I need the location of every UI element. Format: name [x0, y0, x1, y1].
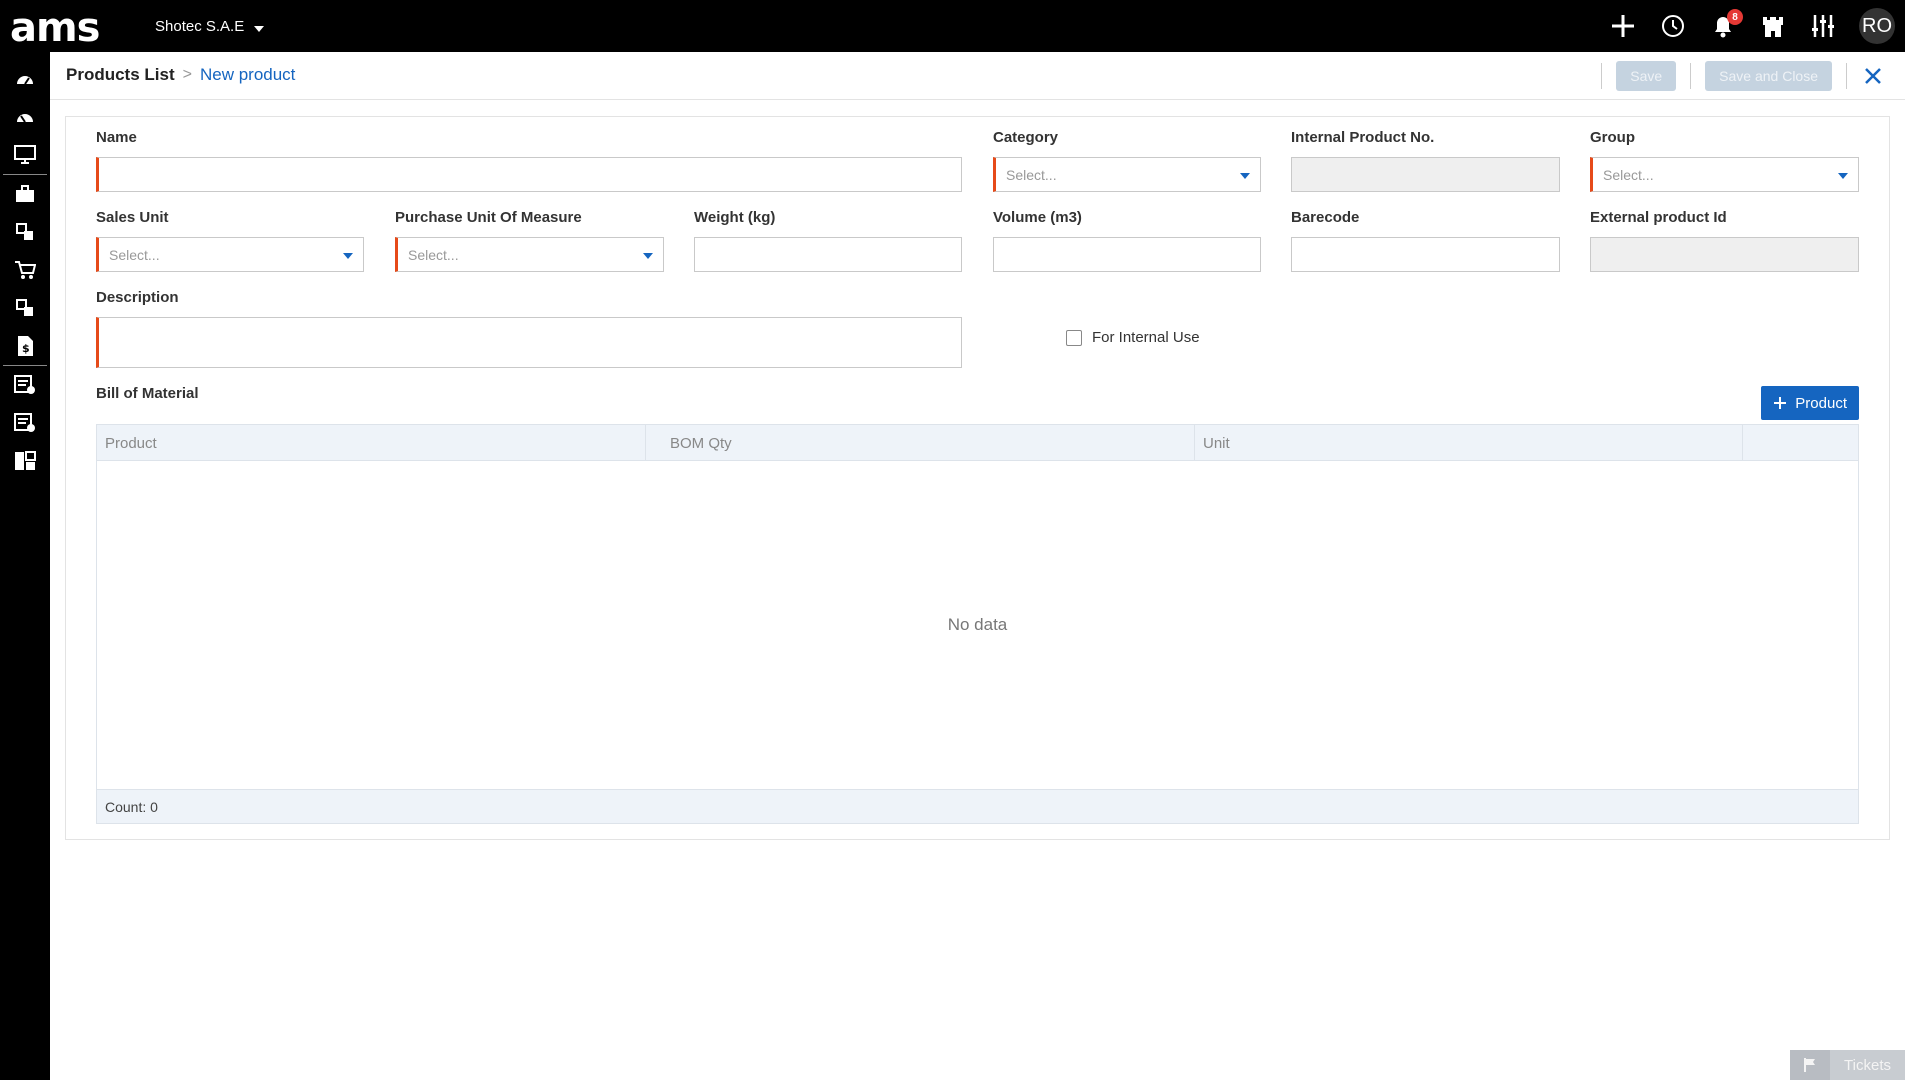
for-internal-use-option[interactable]: For Internal Use — [1066, 329, 1200, 346]
caret-down-icon — [1240, 173, 1250, 179]
column-unit[interactable]: Unit — [1195, 425, 1743, 461]
group-select[interactable]: Select... — [1590, 157, 1859, 192]
cart-icon[interactable] — [0, 251, 50, 289]
sales-unit-select[interactable]: Select... — [96, 237, 364, 272]
grid-layout-icon[interactable] — [0, 442, 50, 480]
purchase-unit-placeholder: Select... — [408, 246, 459, 263]
weight-label: Weight (kg) — [694, 209, 776, 226]
internal-product-no-label: Internal Product No. — [1291, 129, 1435, 146]
modules-icon[interactable] — [0, 213, 50, 251]
caret-down-icon — [343, 253, 353, 259]
page-header: Products List > New product Save Save an… — [50, 52, 1905, 100]
internal-product-no-input — [1291, 157, 1560, 192]
monitor-icon[interactable] — [0, 136, 50, 174]
plus-icon[interactable] — [1609, 12, 1637, 40]
column-bom-qty[interactable]: BOM Qty — [646, 425, 1195, 461]
empty-state: No data — [947, 615, 1008, 634]
for-internal-use-label: For Internal Use — [1092, 329, 1200, 346]
actions-divider — [1846, 63, 1847, 89]
category-placeholder: Select... — [1006, 166, 1057, 183]
close-icon[interactable] — [1861, 64, 1885, 88]
group-label: Group — [1590, 129, 1635, 146]
bill-of-material-title: Bill of Material — [96, 385, 199, 402]
flag-icon — [1790, 1050, 1831, 1080]
sidebar: $ — [0, 52, 50, 1080]
save-button[interactable]: Save — [1616, 61, 1677, 91]
caret-down-icon — [643, 253, 653, 259]
add-product-label: Product — [1795, 394, 1847, 412]
add-product-button[interactable]: Product — [1761, 386, 1859, 420]
purchase-unit-select[interactable]: Select... — [395, 237, 664, 272]
briefcase-icon[interactable] — [0, 175, 50, 213]
breadcrumb: Products List > New product — [66, 65, 295, 85]
category-select[interactable]: Select... — [993, 157, 1261, 192]
breadcrumb-products-list[interactable]: Products List — [66, 65, 175, 85]
header-actions: Save Save and Close — [1601, 61, 1885, 91]
purchase-unit-label: Purchase Unit Of Measure — [395, 209, 582, 226]
group-placeholder: Select... — [1603, 166, 1654, 183]
description-textarea[interactable] — [96, 317, 962, 368]
castle-icon[interactable] — [1759, 12, 1787, 40]
top-bar: ams Shotec S.A.E 8 RO — [0, 0, 1905, 52]
volume-label: Volume (m3) — [993, 209, 1082, 226]
invoice-dollar-icon[interactable]: $ — [0, 327, 50, 365]
dashboard-icon[interactable] — [0, 60, 50, 98]
external-product-id-input — [1590, 237, 1859, 272]
history-icon[interactable] — [1659, 12, 1687, 40]
sales-unit-placeholder: Select... — [109, 246, 160, 263]
breadcrumb-new-product: New product — [199, 65, 296, 84]
bom-table-header: Product BOM Qty Unit — [97, 425, 1858, 461]
for-internal-use-checkbox[interactable] — [1066, 329, 1082, 346]
bom-table: Product BOM Qty Unit No data Count: 0 — [96, 424, 1859, 824]
external-product-id-label: External product Id — [1590, 209, 1727, 226]
report-settings-icon[interactable] — [0, 404, 50, 442]
actions-divider — [1601, 63, 1603, 89]
user-avatar[interactable]: RO — [1859, 8, 1895, 44]
sliders-icon[interactable] — [1809, 12, 1837, 40]
column-product[interactable]: Product — [97, 425, 646, 461]
category-label: Category — [993, 129, 1059, 146]
column-actions — [1743, 425, 1858, 461]
tickets-button[interactable]: Tickets — [1790, 1050, 1905, 1080]
breadcrumb-separator: > — [182, 66, 192, 83]
tickets-label: Tickets — [1844, 1056, 1891, 1074]
sales-unit-label: Sales Unit — [96, 209, 169, 226]
row-count: Count: 0 — [97, 789, 1858, 823]
weight-input[interactable] — [694, 237, 962, 272]
barcode-label: Barecode — [1291, 209, 1360, 226]
dashboard-alt-icon[interactable] — [0, 98, 50, 136]
caret-down-icon — [254, 25, 265, 32]
barcode-input[interactable] — [1291, 237, 1560, 272]
top-icons: 8 RO — [1609, 0, 1895, 52]
modules-alt-icon[interactable] — [0, 289, 50, 327]
name-label: Name — [96, 129, 137, 146]
notification-badge: 8 — [1727, 9, 1743, 25]
description-label: Description — [96, 289, 179, 306]
save-and-close-button[interactable]: Save and Close — [1705, 61, 1832, 91]
bell-icon[interactable]: 8 — [1709, 9, 1743, 40]
actions-divider — [1690, 63, 1692, 89]
company-name: Shotec S.A.E — [155, 18, 245, 35]
caret-down-icon — [1838, 173, 1848, 179]
report-check-icon[interactable] — [0, 366, 50, 404]
svg-text:ams: ams — [10, 5, 99, 47]
rams-logo[interactable]: ams — [10, 3, 132, 47]
company-selector[interactable]: Shotec S.A.E — [155, 18, 265, 35]
volume-input[interactable] — [993, 237, 1261, 272]
product-form: Name Category Select... Internal Product… — [65, 116, 1890, 840]
name-input[interactable] — [96, 157, 962, 192]
svg-text:$: $ — [22, 342, 30, 355]
plus-icon — [1774, 397, 1787, 409]
